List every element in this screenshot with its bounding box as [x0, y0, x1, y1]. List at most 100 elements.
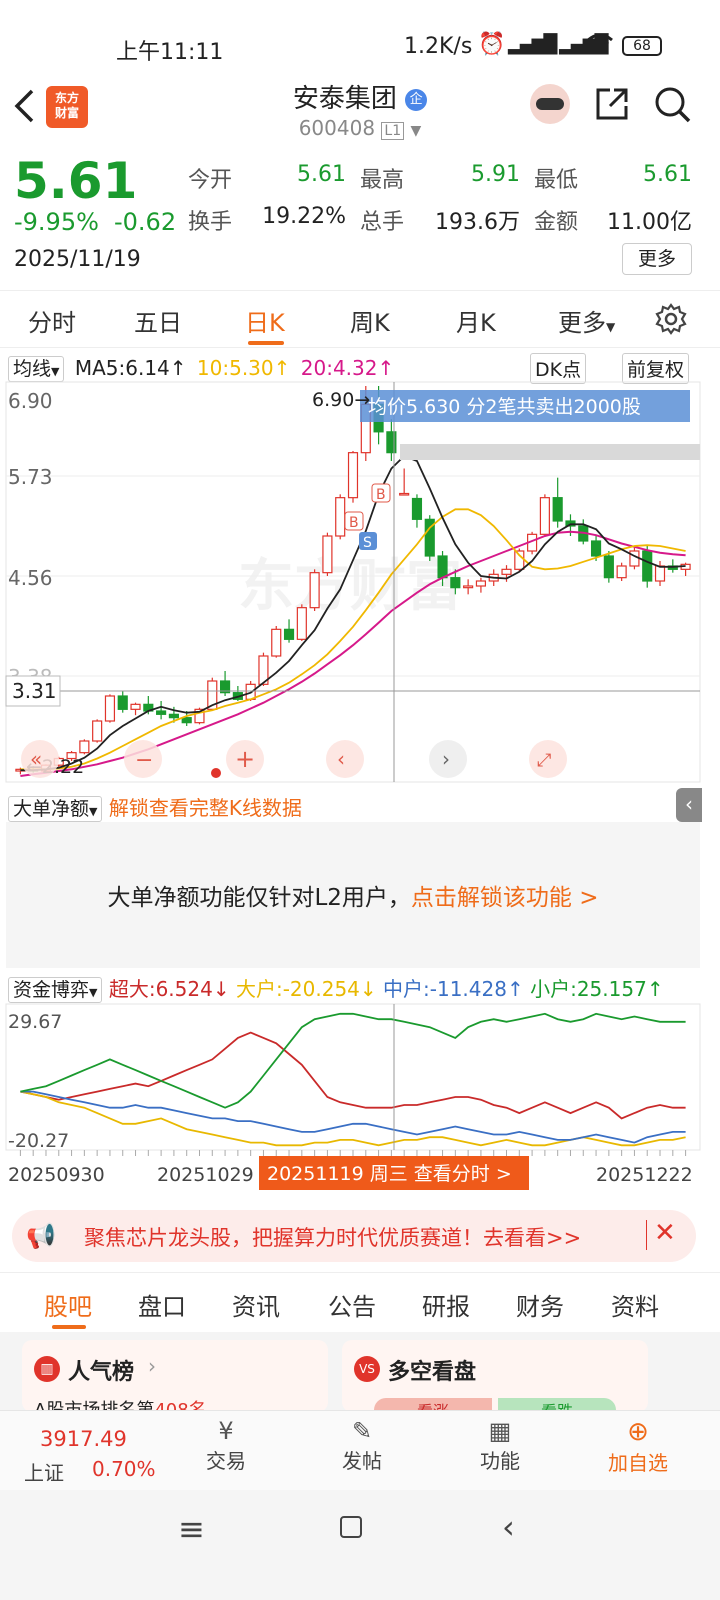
close-icon[interactable]: ✕ [654, 1218, 676, 1248]
bigorder-selector[interactable]: 大单净额▼ [8, 796, 103, 822]
super-line [20, 1031, 686, 1120]
tab-research[interactable]: 研报 [422, 1287, 470, 1322]
x-tick-3: 20251222 [596, 1164, 693, 1186]
candle-up[interactable] [629, 550, 640, 567]
ma10-value: 10:5.30 [196, 356, 274, 380]
candle-down[interactable] [181, 717, 192, 724]
tab-news[interactable]: 资讯 [232, 1287, 280, 1322]
index-name: 上证 [24, 1461, 64, 1485]
bottom-nav: 3917.49 上证 0.70% ¥ 交易 ✎ 发帖 ▦ 功能 ⊕ 加自选 [0, 1410, 720, 1490]
chart-frame [5, 1003, 701, 1151]
candle-up[interactable] [296, 607, 307, 640]
low-label: 最低 [534, 168, 579, 193]
svg-text:«: « [30, 747, 42, 771]
level-badge: L1 [381, 122, 405, 140]
promo-banner[interactable]: 📢 聚焦芯片龙头股，把握算力时代优质赛道！去看看>> ✕ [12, 1210, 696, 1262]
fund-flow-chart[interactable]: 29.67 -20.27 20250930 20251029 20251119 … [0, 1000, 720, 1200]
candle-up[interactable] [92, 720, 103, 742]
collapse-panel-icon[interactable]: ‹ [676, 788, 702, 822]
y-tick-3: 4.56 [8, 566, 53, 590]
tab-five-day[interactable]: 五日 [134, 303, 182, 338]
unlock-feature-link[interactable]: 点击解锁该功能 > [411, 885, 599, 911]
fullscreen-button[interactable]: ⤢ [529, 740, 567, 778]
candle-up[interactable] [463, 585, 474, 589]
candle-up[interactable] [514, 550, 525, 570]
tab-forum[interactable]: 股吧 [44, 1287, 92, 1322]
tab-intraday[interactable]: 分时 [28, 303, 76, 338]
candle-up[interactable] [335, 497, 346, 537]
candle-up[interactable] [616, 565, 627, 579]
candle-up[interactable] [130, 703, 141, 710]
candle-down[interactable] [117, 695, 128, 710]
candle-down[interactable] [411, 497, 423, 520]
bull-bear-card[interactable]: VS 多空看盘 看涨 看跌 [342, 1340, 648, 1422]
view-intraday-label: 20251119 周三 查看分时 > [267, 1163, 512, 1185]
candle-up[interactable] [654, 565, 666, 582]
tab-more[interactable]: 更多▼ [558, 303, 615, 338]
mid-value: 中户:-11.428 [383, 977, 507, 1001]
candle-down[interactable] [642, 550, 653, 582]
candle-up[interactable] [501, 568, 512, 575]
period-tabs: 分时 五日 日K 周K 月K 更多▼ [0, 290, 720, 348]
back-nav-icon[interactable]: ‹ [502, 1508, 515, 1546]
candle-up[interactable] [271, 628, 282, 657]
search-icon[interactable] [654, 86, 692, 128]
tab-weekly-k[interactable]: 周K [350, 303, 390, 338]
svg-text:+: + [235, 745, 255, 773]
nav-trade[interactable]: ¥ 交易 [196, 1417, 256, 1474]
candle-up[interactable] [309, 572, 320, 609]
high-label: 最高 [360, 168, 405, 193]
svg-text:⤢: ⤢ [537, 750, 552, 771]
svg-text:›: › [442, 747, 450, 771]
candle-up[interactable] [399, 492, 410, 496]
candle-up[interactable] [475, 580, 487, 587]
flow-y-bottom: -20.27 [8, 1130, 69, 1152]
svg-text:−: − [135, 748, 153, 773]
candle-up[interactable] [79, 740, 90, 754]
tab-profile[interactable]: 资料 [611, 1287, 659, 1322]
big-value: 大户:-20.254 [235, 977, 360, 1001]
tab-orderbook[interactable]: 盘口 [138, 1287, 186, 1322]
nav-add-watchlist[interactable]: ⊕ 加自选 [600, 1417, 676, 1476]
scroll-left-button[interactable]: « [21, 740, 59, 778]
zoom-out-button[interactable]: − [124, 740, 162, 778]
unlock-kline-link[interactable]: 解锁查看完整K线数据 [109, 796, 302, 820]
tab-monthly-k[interactable]: 月K [456, 303, 496, 338]
tab-daily-k[interactable]: 日K [245, 303, 285, 338]
share-icon[interactable] [594, 86, 630, 126]
nav-post[interactable]: ✎ 发帖 [332, 1417, 392, 1474]
price-highlight-band [400, 444, 700, 460]
tab-announcements[interactable]: 公告 [328, 1287, 376, 1322]
more-quote-button[interactable]: 更多 [622, 243, 692, 275]
flow-y-top: 29.67 [8, 1011, 62, 1033]
chevron-down-icon: ▼ [410, 123, 422, 139]
nav-functions[interactable]: ▦ 功能 [470, 1417, 530, 1474]
candle-down[interactable] [603, 555, 614, 579]
zoom-in-button[interactable]: + [226, 740, 264, 778]
menu-icon[interactable]: ≡ [178, 1510, 205, 1548]
rank-title: 人气榜 [68, 1360, 135, 1385]
candle-down[interactable] [168, 713, 179, 719]
kline-chart[interactable]: 东方财富 均价5.630 分2笔共卖出2000股 6.90 5.73 4.56 … [0, 380, 720, 785]
home-icon[interactable] [340, 1516, 362, 1538]
candle-down[interactable] [437, 555, 448, 579]
settings-gear-icon[interactable] [655, 303, 687, 339]
step-right-button[interactable]: › [429, 740, 467, 778]
popularity-card[interactable]: ▥ 人气榜 › A股市场排名第408名 [22, 1340, 328, 1421]
candle-up[interactable] [104, 695, 116, 722]
y-tick-top: 6.90 [8, 389, 53, 413]
candle-up[interactable] [347, 452, 359, 499]
candle-up[interactable] [322, 535, 333, 574]
robot-avatar-icon[interactable] [530, 84, 570, 124]
tab-finance[interactable]: 财务 [516, 1287, 564, 1322]
add-circle-icon: ⊕ [627, 1417, 649, 1447]
step-left-button[interactable]: ‹ [326, 740, 364, 778]
candle-down[interactable] [450, 577, 461, 589]
candle-down[interactable] [386, 431, 397, 454]
candle-down[interactable] [590, 540, 602, 557]
candle-down[interactable] [552, 497, 563, 522]
candle-up[interactable] [539, 497, 550, 535]
ma-selector[interactable]: 均线▼ [8, 356, 65, 382]
candle-down[interactable] [156, 710, 167, 715]
candle-down[interactable] [283, 628, 295, 640]
